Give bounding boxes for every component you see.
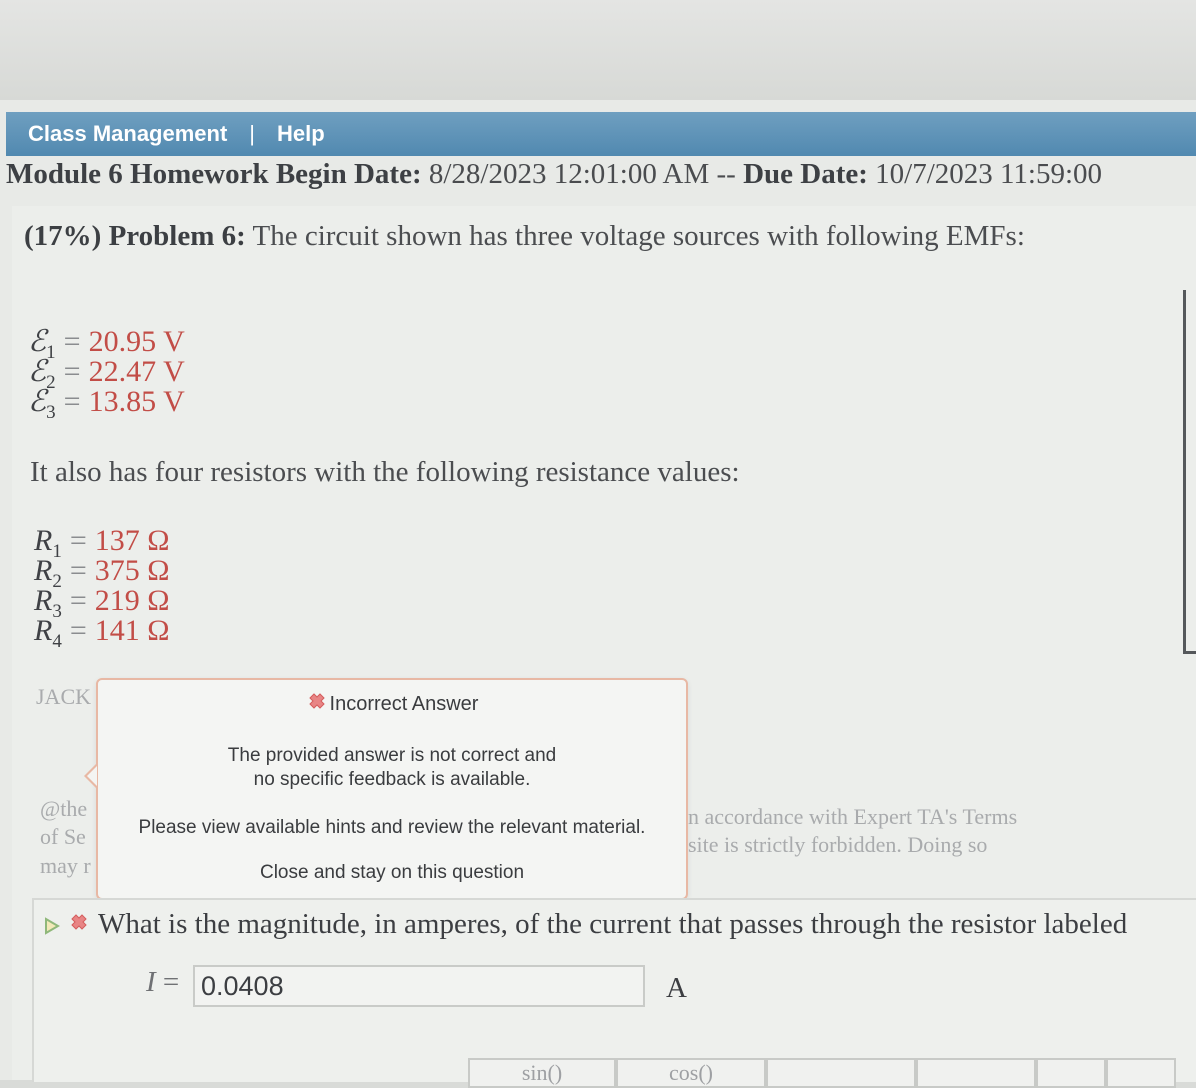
right-panel-edge <box>1183 290 1196 654</box>
answer-label: I = <box>146 966 180 998</box>
date-dash: -- <box>716 158 736 190</box>
emf-value: 20.95 <box>88 325 157 358</box>
popup-arrow-inner <box>87 766 97 786</box>
keypad-sin-button[interactable]: sin() <box>468 1058 616 1088</box>
emf-symbol: ℰ3 <box>28 385 56 424</box>
popup-message: The provided answer is not correct and n… <box>227 745 557 790</box>
faded-jack-text: JACK <box>36 684 92 709</box>
faded-terms-line1: n accordance with Expert TA's Terms <box>688 804 1018 829</box>
popup-hint: Please view available hints and review t… <box>138 817 646 838</box>
keypad-button[interactable] <box>916 1058 1036 1088</box>
question-line: What is the magnitude, in amperes, of th… <box>44 908 1196 941</box>
faded-terms-line2: site is strictly forbidden. Doing so <box>688 832 988 857</box>
resistor-value: 219 <box>94 584 140 617</box>
emf-value: 13.85 <box>88 385 157 418</box>
problem-text: The circuit shown has three voltage sour… <box>252 220 1025 252</box>
resistor-symbol: R3 <box>34 584 62 623</box>
resistor-row: R1 = 137 Ω <box>34 524 170 563</box>
due-label: Due Date: <box>743 158 868 190</box>
faded-of-se-text: of Se <box>40 824 86 849</box>
resistor-unit: Ω <box>147 554 170 587</box>
resistor-row: R2 = 375 Ω <box>34 554 170 593</box>
resistor-value: 375 <box>94 554 140 587</box>
problem-label: Problem 6: <box>108 220 246 252</box>
answer-unit: A <box>666 972 687 1004</box>
module-name: Module 6 Homework <box>6 158 269 190</box>
begin-label: Begin Date: <box>275 158 422 190</box>
nav-class-management[interactable]: Class Management <box>28 121 227 147</box>
begin-date: 8/28/2023 12:01:00 AM <box>428 158 710 190</box>
resistors-intro: It also has four resistors with the foll… <box>30 456 740 488</box>
resistor-row: R4 = 141 Ω <box>34 614 170 653</box>
resistor-symbol: R2 <box>34 554 62 593</box>
popup-body: Incorrect Answer The provided answer is … <box>96 678 688 900</box>
emf-unit: V <box>163 325 185 358</box>
expand-play-icon[interactable] <box>44 917 60 935</box>
emf-value: 22.47 <box>88 355 157 388</box>
faded-the-text: @the <box>40 796 88 821</box>
emf-symbol: ℰ2 <box>28 355 56 394</box>
close-stay-button[interactable]: Close and stay on this question <box>98 862 686 884</box>
module-header: Module 6 Homework Begin Date: 8/28/2023 … <box>6 158 1196 198</box>
resistor-unit: Ω <box>147 614 170 647</box>
resistor-list: R1 = 137 Ω R2 = 375 Ω R3 = 219 Ω R4 = 141 Ω <box>34 524 170 653</box>
error-x-icon <box>308 693 325 709</box>
resistor-unit: Ω <box>147 584 170 617</box>
emf-list: ℰ1 = 20.95 V ℰ2 = 22.47 V ℰ3 = 13.85 V <box>28 325 185 424</box>
resistor-unit: Ω <box>147 524 170 557</box>
keypad-button[interactable] <box>1106 1058 1176 1088</box>
resistor-symbol: R1 <box>34 524 62 563</box>
emf-unit: V <box>163 355 185 388</box>
keypad-cos-button[interactable]: cos() <box>616 1058 766 1088</box>
resistor-value: 137 <box>94 524 140 557</box>
popup-title: Incorrect Answer <box>98 692 686 716</box>
problem-percent: (17%) <box>24 220 102 252</box>
problem-statement: (17%) Problem 6: The circuit shown has t… <box>24 218 1044 254</box>
keypad-button[interactable] <box>766 1058 916 1088</box>
answer-input[interactable]: 0.0408 <box>193 965 645 1007</box>
incorrect-answer-popup: Incorrect Answer The provided answer is … <box>84 678 688 900</box>
due-date: 10/7/2023 11:59:00 <box>875 158 1103 190</box>
emf-symbol: ℰ1 <box>28 325 56 364</box>
top-background <box>0 0 1196 100</box>
emf-row: ℰ1 = 20.95 V <box>28 325 185 364</box>
question-text: What is the magnitude, in amperes, of th… <box>98 908 1128 940</box>
incorrect-x-icon <box>71 914 87 930</box>
top-nav-bar: Class Management | Help <box>6 112 1196 156</box>
nav-separator: | <box>249 121 256 146</box>
faded-may-text: may r <box>40 853 91 878</box>
emf-row: ℰ3 = 13.85 V <box>28 385 185 424</box>
emf-unit: V <box>163 385 185 418</box>
resistor-value: 141 <box>94 614 140 647</box>
emf-row: ℰ2 = 22.47 V <box>28 355 185 394</box>
resistor-symbol: R4 <box>34 614 62 653</box>
keypad-button[interactable] <box>1036 1058 1106 1088</box>
nav-help[interactable]: Help <box>277 121 325 147</box>
resistor-row: R3 = 219 Ω <box>34 584 170 623</box>
